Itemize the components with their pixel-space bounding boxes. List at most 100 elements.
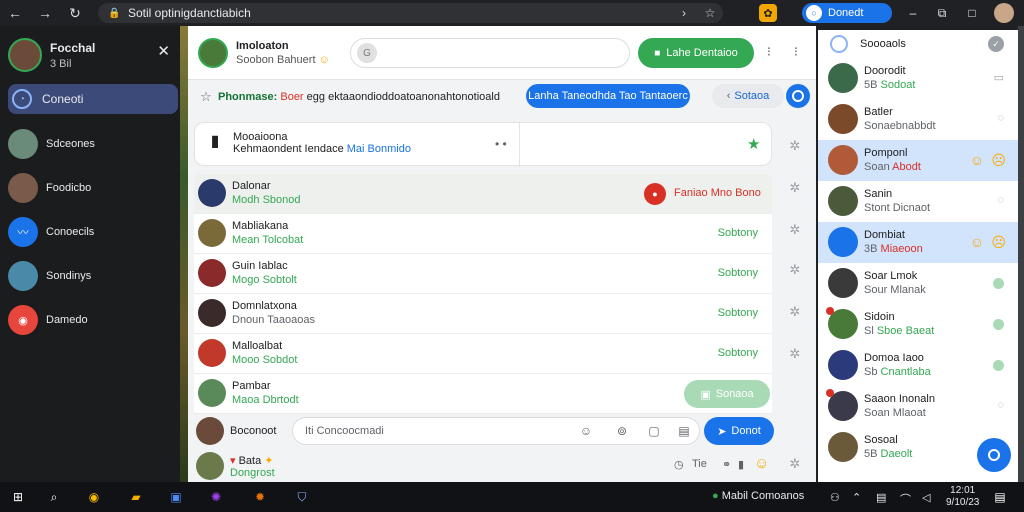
search-input[interactable]: G (350, 38, 630, 68)
filter-chip-primary[interactable]: Lanha Taneodhda Tao Tantaoerc (526, 84, 690, 108)
list-item[interactable]: Dalonar Modh Sbonod ● Faniao Mno Bono (194, 174, 772, 214)
online-indicator (993, 319, 1004, 330)
contact-status: Maoa Dbrtodt (232, 394, 299, 406)
clock[interactable]: 12:01 9/10/23 (946, 485, 979, 509)
contact-item[interactable]: Saaon Inonaln Soan Mlaoat ◌ (818, 386, 1018, 427)
notification-dot (826, 389, 834, 397)
list-item[interactable]: Domnlatxona Dnoun Taaoaoas Sobtony (194, 294, 772, 334)
app-icon[interactable]: ✹ (250, 487, 270, 507)
contact-item[interactable]: Dombiat 3B Miaeoon ☺ ☹ (818, 222, 1018, 263)
people-icon[interactable]: ⚇ (830, 491, 840, 504)
calendar-icon[interactable]: ▤ (676, 424, 692, 438)
bookmark-star-icon[interactable]: ☆ (697, 6, 723, 20)
back-icon[interactable]: ← (0, 0, 30, 26)
contact-avatar (828, 268, 858, 298)
contact-item[interactable]: Batler Sonaebnabbdt ◌ (818, 99, 1018, 140)
settings-icon[interactable]: ✲ (788, 180, 802, 196)
notification-icon[interactable]: ▤ (990, 487, 1010, 507)
url-text: Sotil optinigdanctiabich (128, 6, 251, 20)
store-icon[interactable]: ▣ (166, 487, 186, 507)
minimize-icon[interactable]: – (903, 4, 923, 22)
drawer-item[interactable]: 〰 Conoecils (0, 210, 186, 254)
contact-status: Soan Abodt (864, 161, 921, 173)
network-icon[interactable]: ▤ (876, 491, 886, 504)
address-bar[interactable]: 🔒 Sotil optinigdanctiabich › ☆ (98, 3, 723, 23)
contact-item[interactable]: Pomponl Soan Abodt ☺ ☹ (818, 140, 1018, 181)
settings-icon[interactable]: ✲ (788, 138, 802, 154)
chrome-icon[interactable]: ◉ (84, 487, 104, 507)
star-filled-icon[interactable]: ★ (747, 135, 760, 153)
list-item[interactable]: Malloalbat Mooo Sobdot Sobtony (194, 334, 772, 374)
filter-chip-secondary[interactable]: ‹ Sotaoa (712, 84, 784, 108)
filter-bar: ☆ Phonmase: Boer egg ektaaondioddoatoano… (194, 84, 810, 110)
list-item[interactable]: Mabliakana Mean Tolcobat Sobtony (194, 214, 772, 254)
overflow-icon[interactable]: ⁝ (791, 44, 801, 60)
pinned-message[interactable]: ▮ Mooaioona Kehmaondent Iendace Mai Bonm… (194, 122, 772, 167)
forward-icon[interactable]: → (30, 0, 60, 26)
clock-icon[interactable]: ◷ (674, 458, 684, 471)
star-icon[interactable]: ☆ (194, 89, 218, 105)
send-button[interactable]: ➤ Donot (704, 417, 774, 445)
drawer-item[interactable]: Foodicbo (0, 166, 186, 210)
maximize-icon[interactable]: □ (962, 4, 982, 22)
drawer-item-active[interactable]: ◔ Coneoti (8, 84, 178, 114)
chevron-up-icon[interactable]: ⌃ (852, 491, 861, 504)
message-icon[interactable]: ▭ (994, 71, 1004, 84)
drawer-item[interactable]: Sondinys (0, 254, 186, 298)
list-item[interactable]: Pambar Maoa Dbrtodt ▣ Sonaoa (194, 374, 772, 414)
pinned-body: Kehmaondent Iendace Mai Bonmido (233, 143, 411, 155)
taskbar-app-label[interactable]: ● Mabil Comoanos (712, 490, 804, 502)
user-avatar[interactable] (8, 38, 42, 72)
row-action-button[interactable]: ▣ Sonaoa (684, 380, 770, 408)
row-status: Sobtony (717, 347, 758, 359)
contact-item[interactable]: Sanin Stont Dicnaot ◌ (818, 181, 1018, 222)
wifi-icon[interactable]: ⌒ (900, 491, 911, 507)
folder-icon[interactable]: ▰ (126, 487, 146, 507)
pin-icon: ▾ (230, 455, 236, 467)
profile-button[interactable]: ○ Donedt (802, 3, 892, 23)
windows-start-icon[interactable]: ⊞ (8, 487, 28, 507)
emoji-icon: ☺ (969, 152, 984, 168)
search-icon[interactable]: ⌕ (44, 487, 64, 507)
settings-icon[interactable]: ✲ (788, 222, 802, 238)
ellipsis-icon[interactable]: • • (495, 137, 507, 151)
gif-icon[interactable]: ▢ (646, 424, 662, 438)
chevron-right-icon[interactable]: › (671, 6, 697, 20)
volume-icon[interactable]: ◁ (922, 491, 930, 504)
message-input[interactable]: Iti Concoocmadi (292, 417, 700, 445)
extension-icon[interactable]: ✿ (759, 4, 777, 22)
settings-icon[interactable]: ✲ (788, 262, 802, 278)
emoji-icon[interactable]: ☺ (578, 424, 594, 438)
contact-avatar (828, 227, 858, 257)
browser-avatar[interactable] (994, 3, 1014, 23)
join-button[interactable]: ■ Lahe Dentaioo (638, 38, 754, 68)
check-icon[interactable]: ✓ (988, 36, 1004, 52)
settings-icon[interactable]: ✲ (788, 304, 802, 320)
shield-icon[interactable]: ⛉ (292, 487, 312, 507)
reload-icon[interactable]: ↻ (60, 0, 90, 26)
link-icon[interactable]: ⚭ (722, 458, 731, 471)
attach-icon[interactable]: ⊚ (614, 424, 630, 438)
close-icon[interactable]: ✕ (157, 42, 170, 60)
contact-item[interactable]: Soar Lmok Sour Mlanak (818, 263, 1018, 304)
mic-icon[interactable]: ▮ (738, 458, 744, 471)
emoji-icon: ☹ (991, 234, 1006, 250)
ring-button[interactable] (786, 84, 810, 108)
contact-item[interactable]: Doorodit 5B Sodoat ▭ (818, 58, 1018, 99)
sparkle-icon: ✦ (264, 455, 274, 467)
settings-icon[interactable]: ✲ (788, 346, 802, 362)
list-item[interactable]: ▾ Bata ✦ Dongrost ◷ Tie ⚭ ▮ ☺ (194, 450, 810, 482)
drawer-item[interactable]: ◉ Damedo (0, 298, 186, 342)
more-icon[interactable]: ⁝ (764, 44, 774, 60)
contact-item[interactable]: Domoa Iaoo Sb Cnantlaba (818, 345, 1018, 386)
ring-icon (988, 449, 1000, 461)
emoji-icon[interactable]: ☺ (754, 455, 769, 472)
contact-item[interactable]: Sidoin Sl Sboe Baeat (818, 304, 1018, 345)
new-chat-button[interactable] (977, 438, 1011, 472)
app-icon[interactable]: ✺ (206, 487, 226, 507)
chat-avatar[interactable] (198, 38, 228, 68)
drawer-item-label: Foodicbo (46, 182, 92, 194)
drawer-item[interactable]: Sdceones (0, 122, 186, 166)
list-item[interactable]: Guin Iablac Mogo Sobtolt Sobtony (194, 254, 772, 294)
window-pin-icon[interactable]: ⧉ (932, 4, 952, 22)
